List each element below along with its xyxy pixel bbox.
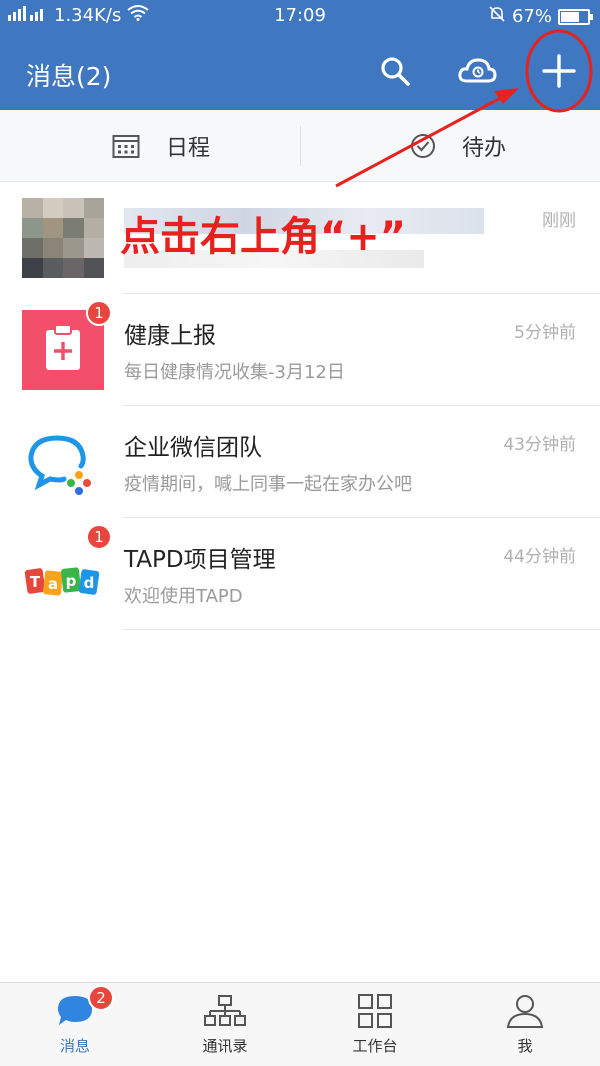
list-item[interactable]: 企业微信团队 疫情期间，喊上同事一起在家办公吧 43分钟前	[0, 406, 600, 518]
wework-logo	[22, 422, 104, 502]
plus-icon	[542, 54, 576, 88]
nav-workbench[interactable]: 工作台	[300, 983, 450, 1066]
mute-bell-icon	[488, 5, 506, 28]
message-title: 健康上报	[124, 323, 216, 349]
search-button[interactable]	[354, 32, 436, 110]
nav-me[interactable]: 我	[450, 983, 600, 1066]
page-title: 消息(2)	[26, 62, 112, 91]
user-icon	[506, 995, 544, 1028]
battery-icon	[558, 8, 593, 25]
message-time: 44分钟前	[503, 547, 576, 567]
tab-todo[interactable]: 待办	[410, 110, 506, 182]
svg-text:p: p	[66, 572, 77, 590]
svg-text:a: a	[48, 575, 58, 593]
status-bar: 1.34K/s 17:09 67%	[0, 0, 600, 32]
tab-todo-label: 待办	[462, 136, 507, 161]
calendar-icon	[112, 135, 140, 158]
tab-schedule[interactable]: 日程	[112, 110, 210, 182]
svg-text:d: d	[84, 574, 95, 592]
cloud-button[interactable]	[436, 32, 518, 110]
message-time: 5分钟前	[514, 323, 576, 343]
nav-label: 工作台	[352, 1037, 398, 1055]
nav-label: 通讯录	[202, 1037, 248, 1055]
message-title: 企业微信团队	[124, 435, 262, 461]
message-time: 刚刚	[542, 211, 576, 231]
bottom-nav: 2 消息 通讯录 工作台 我	[0, 982, 600, 1066]
status-right: 67%	[488, 5, 593, 28]
message-preview: 欢迎使用TAPD	[124, 586, 243, 607]
nav-contacts[interactable]: 通讯录	[150, 983, 300, 1066]
header-actions	[354, 32, 600, 110]
add-button[interactable]	[518, 32, 600, 110]
message-title: TAPD项目管理	[124, 547, 276, 573]
nav-messages[interactable]: 2 消息	[0, 983, 150, 1066]
grid-icon	[358, 994, 392, 1028]
app-header: 消息(2)	[0, 32, 600, 110]
message-time: 43分钟前	[503, 435, 576, 455]
subtab-bar: 日程 待办	[0, 110, 600, 182]
svg-text:T: T	[30, 573, 41, 591]
org-chart-icon	[204, 995, 246, 1026]
message-preview: 每日健康情况收集-3月12日	[124, 362, 345, 383]
subtab-divider	[300, 126, 301, 166]
nav-label: 消息	[59, 1037, 90, 1055]
unread-badge: 1	[86, 300, 112, 326]
annotation-text: 点击右上角“+”	[120, 214, 407, 260]
avatar	[22, 198, 104, 278]
nav-label: 我	[517, 1037, 533, 1055]
unread-badge: 1	[86, 524, 112, 550]
battery-percent: 67%	[511, 6, 552, 27]
check-circle-icon	[411, 134, 435, 158]
list-item[interactable]: 1 健康上报 每日健康情况收集-3月12日 5分钟前	[0, 294, 600, 406]
tab-schedule-label: 日程	[166, 136, 211, 161]
message-preview: 疫情期间，喊上同事一起在家办公吧	[124, 474, 412, 495]
nav-badge: 2	[88, 985, 114, 1011]
search-icon	[381, 57, 410, 86]
row-divider	[124, 629, 600, 630]
cloud-icon	[458, 58, 497, 83]
list-item[interactable]: T a p d 1 TAPD项目管理 欢迎使用TAPD 44分钟前	[0, 518, 600, 630]
